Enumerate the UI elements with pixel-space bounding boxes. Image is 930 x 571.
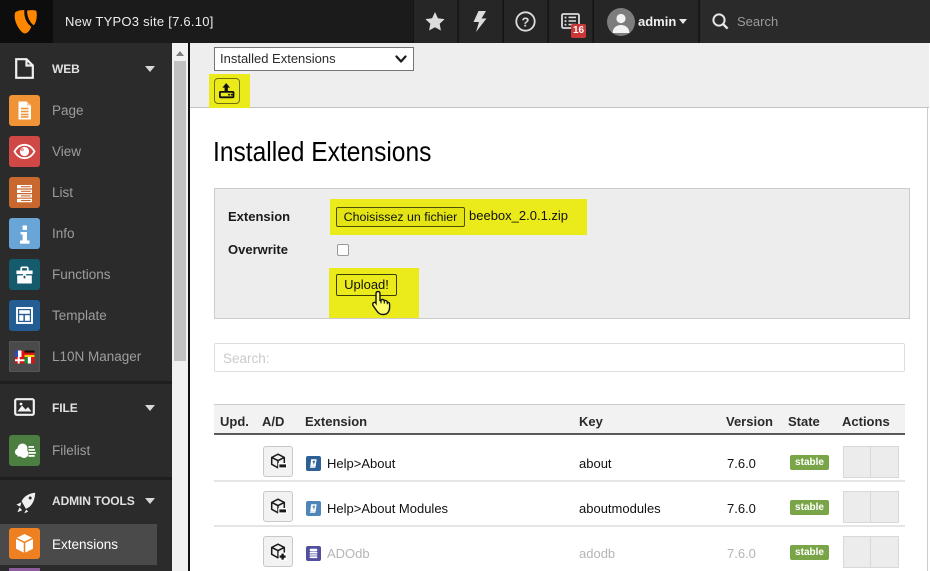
svg-text:?: ?: [522, 14, 530, 29]
